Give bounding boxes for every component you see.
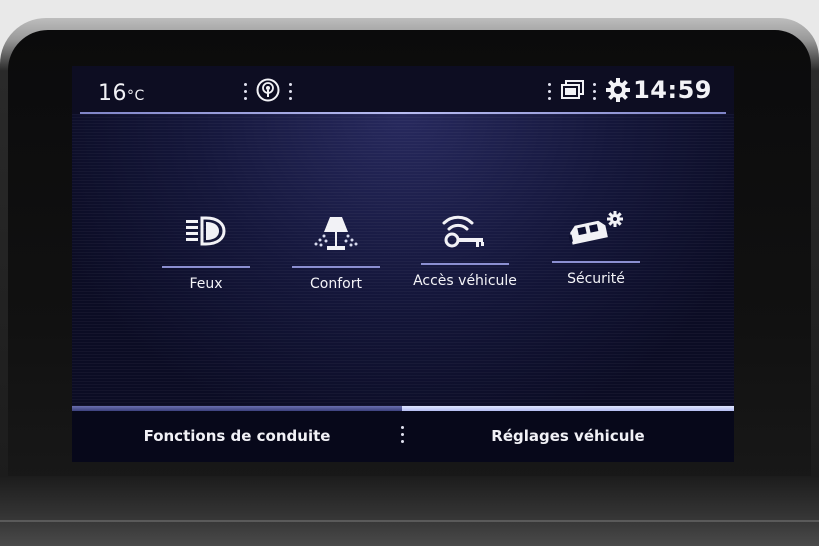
settings-content: Feux Confort Accès véhicule Sécurité — [72, 114, 734, 406]
dashboard-trim — [0, 476, 819, 546]
menu-item-label: Confort — [310, 276, 362, 292]
tab-fonctions-de-conduite[interactable]: Fonctions de conduite — [72, 418, 402, 454]
menu-item-acces-vehicule[interactable]: Accès véhicule — [413, 211, 517, 301]
status-bar: 16°C 14:59 — [72, 66, 734, 114]
temperature-display: 16°C — [98, 81, 145, 106]
headlight-icon — [182, 214, 230, 254]
menu-item-confort[interactable]: Confort — [288, 214, 384, 304]
menu-item-underline — [162, 266, 250, 268]
screens-icon[interactable] — [558, 79, 586, 107]
menu-item-label: Feux — [189, 276, 223, 292]
key-signal-icon — [438, 211, 492, 255]
car-gear-icon — [565, 209, 627, 255]
menu-item-underline — [552, 261, 640, 263]
divider-dots — [244, 81, 248, 101]
divider-dots — [593, 81, 597, 101]
menu-item-feux[interactable]: Feux — [158, 214, 254, 304]
tab-indicator-active — [402, 406, 734, 411]
temperature-value: 16 — [98, 81, 127, 106]
tab-indicator-inactive — [72, 406, 402, 411]
menu-item-underline — [421, 263, 509, 265]
settings-gear-icon[interactable] — [605, 77, 631, 107]
menu-item-label: Sécurité — [567, 271, 625, 287]
divider-dots — [548, 81, 552, 101]
tab-reglages-vehicule[interactable]: Réglages véhicule — [402, 418, 734, 454]
clock: 14:59 — [633, 76, 712, 104]
temperature-unit: °C — [127, 88, 145, 104]
wireless-source-icon[interactable] — [255, 77, 281, 107]
divider-dots — [289, 81, 293, 101]
menu-item-securite[interactable]: Sécurité — [548, 209, 644, 299]
menu-item-label: Accès véhicule — [413, 273, 517, 289]
lamp-icon — [310, 214, 362, 258]
menu-item-underline — [292, 266, 380, 268]
infotainment-screen: 16°C 14:59 Feux Confort Accès véhicule S… — [72, 66, 734, 462]
bottom-tab-bar: Fonctions de conduite Réglages véhicule — [72, 406, 734, 462]
